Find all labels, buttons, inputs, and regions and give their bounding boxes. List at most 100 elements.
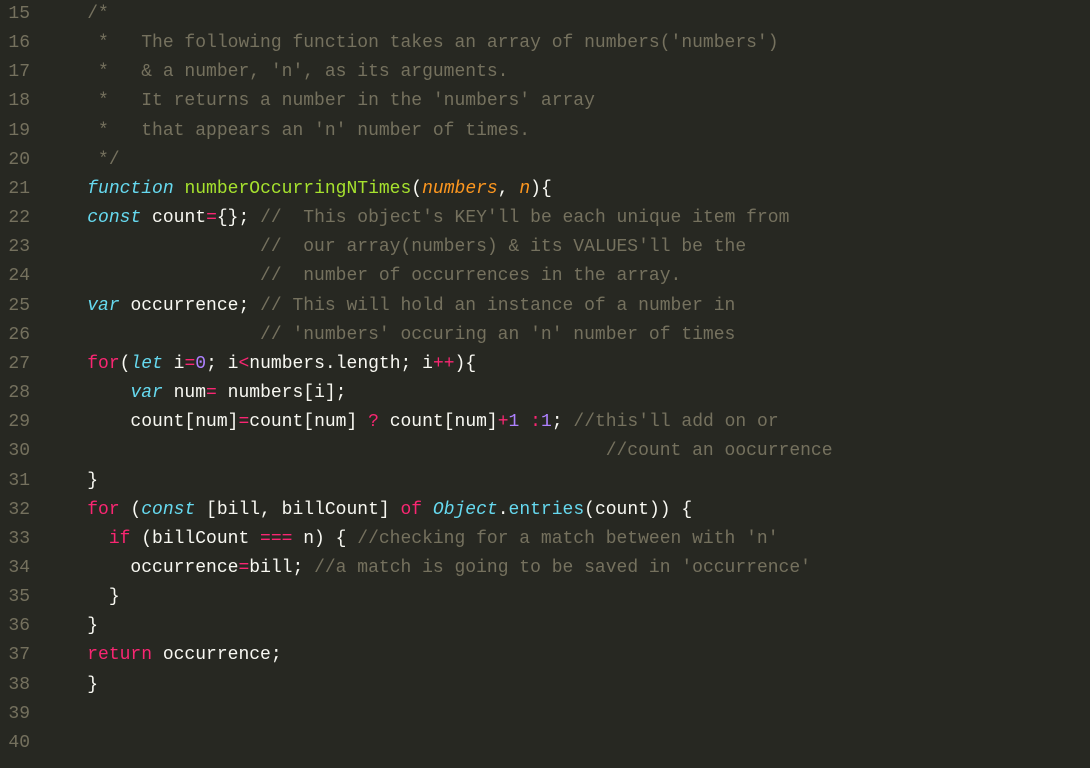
code-token: count[num] [379,412,498,432]
code-token: * & a number, 'n', as its arguments. [87,62,508,82]
code-token: < [238,354,249,374]
code-token: = [238,412,249,432]
code-token [44,91,87,111]
code-token [44,266,260,286]
code-token: [bill, billCount] [195,500,400,520]
code-token: {}; [217,208,260,228]
code-line[interactable] [44,700,1090,729]
code-token: . [498,500,509,520]
code-line[interactable]: * It returns a number in the 'numbers' a… [44,87,1090,116]
code-token: // 'numbers' occuring an 'n' number of t… [260,325,735,345]
line-number: 16 [8,29,30,58]
code-area[interactable]: /* * The following function takes an arr… [44,0,1090,768]
code-token: n) { [292,529,357,549]
code-line[interactable]: * that appears an 'n' number of times. [44,117,1090,146]
code-token: count[num] [249,412,368,432]
code-token: * that appears an 'n' number of times. [87,121,530,141]
code-token: ){ [530,179,552,199]
code-line[interactable] [44,729,1090,758]
code-line[interactable]: return occurrence; [44,641,1090,670]
code-token [44,558,130,578]
code-token: * The following function takes an array … [87,33,778,53]
code-token: // number of occurrences in the array. [260,266,681,286]
code-token [44,354,87,374]
code-token: function [87,179,173,199]
code-token [519,412,530,432]
code-token: //checking for a match between with 'n' [357,529,778,549]
code-token: numberOccurringNTimes [184,179,411,199]
code-line[interactable]: } [44,583,1090,612]
line-number: 32 [8,496,30,525]
code-token [44,62,87,82]
code-line[interactable]: * The following function takes an array … [44,29,1090,58]
code-token: // This object's KEY'll be each unique i… [260,208,789,228]
code-token [44,645,87,665]
code-line[interactable]: // our array(numbers) & its VALUES'll be… [44,233,1090,262]
code-line[interactable]: count[num]=count[num] ? count[num]+1 :1;… [44,408,1090,437]
code-token: var [87,296,119,316]
code-token: 0 [195,354,206,374]
code-editor[interactable]: 1516171819202122232425262728293031323334… [0,0,1090,768]
code-token: : [530,412,541,432]
code-token: //a match is going to be saved in 'occur… [314,558,811,578]
code-line[interactable]: */ [44,146,1090,175]
code-token: * It returns a number in the 'numbers' a… [87,91,595,111]
code-token: num [163,383,206,403]
code-line[interactable]: for (const [bill, billCount] of Object.e… [44,496,1090,525]
code-line[interactable]: // 'numbers' occuring an 'n' number of t… [44,321,1090,350]
code-token: ; [238,296,260,316]
line-number: 27 [8,350,30,379]
code-line[interactable]: if (billCount === n) { //checking for a … [44,525,1090,554]
code-line[interactable]: } [44,671,1090,700]
code-token [44,150,87,170]
code-token: return [87,645,152,665]
code-token: ){ [455,354,477,374]
code-token: } [87,616,98,636]
code-line[interactable]: const count={}; // This object's KEY'll … [44,204,1090,233]
code-line[interactable]: function numberOccurringNTimes(numbers, … [44,175,1090,204]
code-line[interactable]: occurrence=bill; //a match is going to b… [44,554,1090,583]
code-token: const [141,500,195,520]
code-token [44,471,87,491]
code-token: var [130,383,162,403]
line-number: 35 [8,583,30,612]
code-line[interactable]: // number of occurrences in the array. [44,262,1090,291]
code-token: = [184,354,195,374]
code-token [44,616,87,636]
code-line[interactable]: /* [44,0,1090,29]
code-line[interactable]: //count an oocurrence [44,437,1090,466]
code-token: = [206,383,217,403]
code-token: === [260,529,292,549]
code-token: of [400,500,422,520]
code-token [44,441,606,461]
code-token [141,208,152,228]
code-token: } [87,471,98,491]
code-token [44,383,130,403]
code-token [44,4,87,24]
code-token: if [109,529,131,549]
line-number: 25 [8,292,30,321]
code-token [44,733,55,753]
code-line[interactable]: } [44,612,1090,641]
code-token [44,121,87,141]
code-line[interactable]: for(let i=0; i<numbers.length; i++){ [44,350,1090,379]
line-number: 15 [8,0,30,29]
code-token: = [238,558,249,578]
code-token: ( [411,179,422,199]
code-token: */ [87,150,119,170]
code-token [44,296,87,316]
code-token: //this'll add on or [573,412,778,432]
line-number: 20 [8,146,30,175]
code-line[interactable]: var num= numbers[i]; [44,379,1090,408]
code-token: bill; [249,558,314,578]
code-token: 1 [541,412,552,432]
code-line[interactable]: * & a number, 'n', as its arguments. [44,58,1090,87]
code-line[interactable]: } [44,467,1090,496]
code-token: entries [509,500,585,520]
code-token: numbers [422,179,498,199]
code-token: // This will hold an instance of a numbe… [260,296,735,316]
code-line[interactable]: var occurrence; // This will hold an ins… [44,292,1090,321]
line-number: 33 [8,525,30,554]
code-token: occurrence; [152,645,282,665]
code-token [44,179,87,199]
